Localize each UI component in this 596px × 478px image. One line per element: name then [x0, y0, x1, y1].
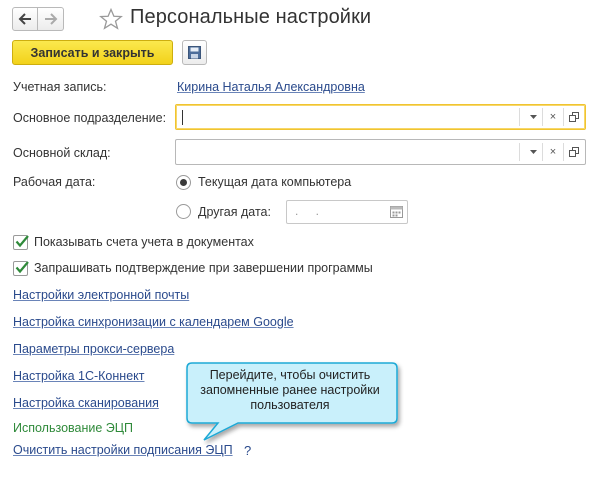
department-label: Основное подразделение: — [13, 111, 167, 125]
open-window-icon — [569, 147, 579, 157]
close-icon: × — [549, 111, 557, 123]
radio-other-date-label[interactable]: Другая дата: — [198, 205, 271, 219]
arrow-right-icon — [44, 13, 57, 25]
workdate-label: Рабочая дата: — [13, 175, 96, 189]
warehouse-dropdown-button[interactable] — [522, 141, 544, 163]
open-window-icon — [569, 112, 579, 122]
close-icon: × — [549, 146, 557, 158]
warehouse-clear-button[interactable]: × — [542, 141, 564, 163]
floppy-disk-icon — [188, 46, 201, 59]
save-button[interactable] — [182, 40, 207, 65]
calendar-icon[interactable] — [390, 205, 403, 218]
date-placeholder: . . — [295, 204, 327, 218]
page-title: Персональные настройки — [130, 6, 372, 28]
department-field[interactable]: × — [175, 104, 586, 130]
radio-other-date[interactable] — [176, 204, 191, 219]
warehouse-open-button[interactable] — [563, 141, 585, 163]
department-dropdown-button[interactable] — [522, 106, 544, 128]
scan-settings-link[interactable]: Настройка сканирования — [13, 396, 159, 410]
account-label: Учетная запись: — [13, 80, 107, 94]
text-cursor — [182, 110, 183, 125]
save-and-close-button[interactable]: Записать и закрыть — [12, 40, 173, 65]
tooltip-text: Перейдите, чтобы очистить запомненные ра… — [200, 368, 380, 412]
radio-current-date[interactable] — [176, 175, 191, 190]
eds-group-title: Использование ЭЦП — [13, 421, 134, 435]
account-link[interactable]: Кирина Наталья Александровна — [177, 80, 365, 94]
warehouse-label: Основной склад: — [13, 146, 111, 160]
arrow-left-icon — [18, 13, 31, 25]
checkmark-icon — [15, 235, 29, 248]
checkmark-icon — [15, 261, 29, 274]
chevron-down-icon — [529, 150, 537, 154]
chevron-down-icon — [529, 115, 537, 119]
back-button[interactable] — [12, 7, 38, 31]
department-clear-button[interactable]: × — [542, 106, 564, 128]
clear-eds-settings-link[interactable]: Очистить настройки подписания ЭЦП — [13, 443, 233, 457]
star-icon[interactable] — [99, 8, 123, 30]
confirm-exit-checkbox[interactable] — [13, 261, 29, 276]
google-sync-link[interactable]: Настройка синхронизации с календарем Goo… — [13, 315, 294, 329]
forward-button[interactable] — [38, 7, 64, 31]
warehouse-field[interactable]: × — [175, 139, 586, 165]
other-date-field[interactable]: . . — [286, 200, 408, 224]
confirm-exit-label[interactable]: Запрашивать подтверждение при завершении… — [34, 261, 373, 275]
show-accounts-checkbox[interactable] — [13, 235, 29, 250]
department-open-button[interactable] — [563, 106, 585, 128]
email-settings-link[interactable]: Настройки электронной почты — [13, 288, 189, 302]
connect-settings-link[interactable]: Настройка 1С-Коннект — [13, 369, 144, 383]
radio-current-date-label[interactable]: Текущая дата компьютера — [198, 175, 351, 189]
proxy-settings-link[interactable]: Параметры прокси-сервера — [13, 342, 174, 356]
show-accounts-label[interactable]: Показывать счета учета в документах — [34, 235, 254, 249]
help-icon[interactable]: ? — [244, 443, 251, 458]
